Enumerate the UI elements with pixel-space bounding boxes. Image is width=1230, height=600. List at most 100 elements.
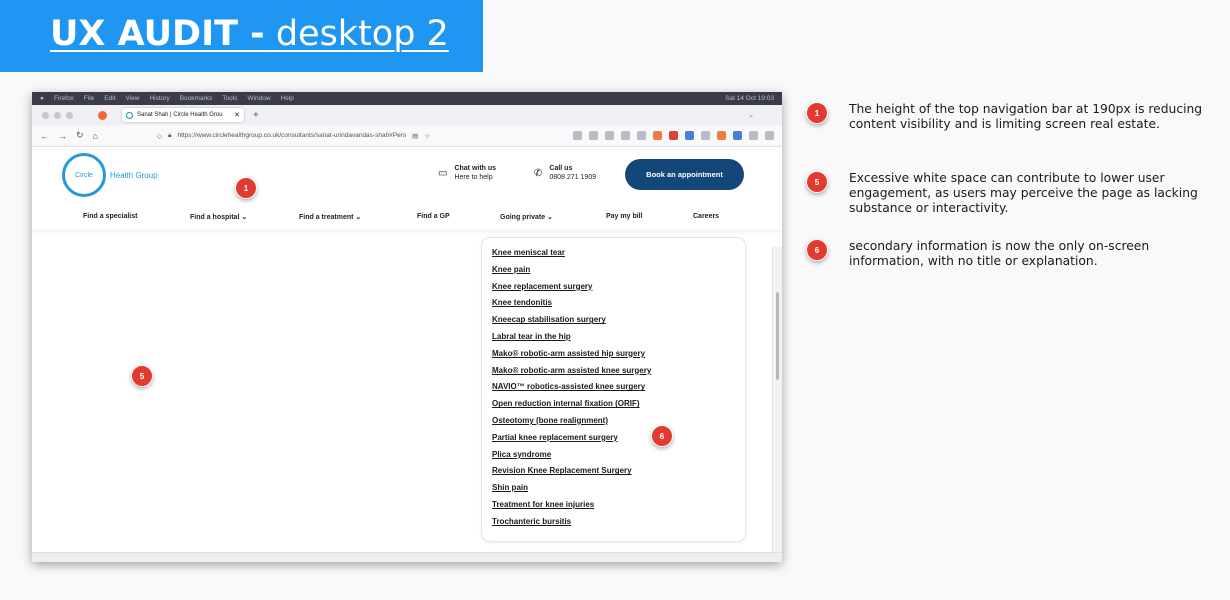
note-text: secondary information is now the only on… [849, 239, 1150, 268]
treatment-link[interactable]: Treatment for knee injuries [492, 500, 651, 517]
firefox-view-icon[interactable] [98, 110, 107, 120]
extension-icon[interactable] [573, 131, 582, 140]
extension-icon[interactable] [733, 131, 742, 140]
treatment-link[interactable]: Labral tear in the hip [492, 332, 651, 349]
lock-icon[interactable]: 🔒︎ [168, 132, 171, 140]
sidebar-icon[interactable] [621, 131, 630, 140]
scrollbar-thumb[interactable] [776, 292, 779, 380]
menu-history[interactable]: History [149, 95, 169, 102]
close-window-icon[interactable] [42, 111, 49, 119]
treatment-list: Knee meniscal tear Knee pain Knee replacem… [492, 248, 651, 534]
treatment-link[interactable]: Open reduction internal fixation (ORIF) [492, 399, 651, 416]
share-icon[interactable] [749, 131, 758, 140]
extension-icon[interactable] [701, 131, 710, 140]
call-title: Call us [549, 165, 573, 172]
treatment-link[interactable]: Knee pain [492, 265, 651, 282]
bookmark-star-icon[interactable]: ☆ [424, 132, 430, 140]
clock: Sat 14 Oct 19:03 [725, 95, 774, 102]
download-icon[interactable] [589, 131, 598, 140]
reader-icon[interactable]: ▤ [412, 132, 418, 140]
extension-icon[interactable] [669, 131, 678, 140]
nav-find-hospital[interactable]: Find a hospital ⌄ [190, 213, 247, 221]
tab-strip: Sanat Shah | Circle Health Grou ✕ + ⌄ [32, 105, 782, 125]
menu-window[interactable]: Window [247, 95, 270, 102]
treatment-link[interactable]: Knee replacement surgery [492, 282, 651, 299]
chat-title: Chat with us [454, 165, 497, 172]
zoom-window-icon[interactable] [66, 111, 73, 119]
treatment-link[interactable]: Shin pain [492, 483, 651, 500]
menu-file[interactable]: File [84, 95, 94, 102]
menu-bookmarks[interactable]: Bookmarks [180, 95, 213, 102]
shield-icon[interactable]: ◇ [157, 132, 162, 140]
treatment-link[interactable]: NAVIO™ robotics-assisted knee surgery [492, 382, 651, 399]
menu-help[interactable]: Help [281, 95, 294, 102]
new-tab-icon[interactable]: + [253, 110, 259, 121]
treatment-link[interactable]: Mako® robotic-arm assisted hip surgery [492, 349, 651, 366]
browser-tab[interactable]: Sanat Shah | Circle Health Grou ✕ [122, 108, 244, 122]
logo-text[interactable]: Health Group [110, 171, 158, 180]
menu-tools[interactable]: Tools [222, 95, 237, 102]
title-bold: UX AUDIT - [50, 14, 265, 54]
treatment-link[interactable]: Kneecap stabilisation surgery [492, 315, 651, 332]
nav-find-treatment[interactable]: Find a treatment ⌄ [299, 213, 361, 221]
site-header: Circle Health Group ▭ Chat with us Here t… [32, 147, 782, 230]
chat-icon: ▭ [438, 167, 448, 179]
treatment-link[interactable]: Mako® robotic-arm assisted knee surgery [492, 366, 651, 383]
menu-firefox[interactable]: Firefox [54, 95, 74, 102]
treatments-card: Knee meniscal tear Knee pain Knee replacem… [481, 237, 746, 542]
reload-icon[interactable]: ↻ [76, 130, 84, 141]
minimize-window-icon[interactable] [54, 111, 61, 119]
page-title: UX AUDIT - desktop 2 [50, 14, 449, 54]
forward-icon[interactable]: → [58, 131, 67, 141]
title-banner: UX AUDIT - desktop 2 [0, 0, 483, 72]
treatment-link[interactable]: Plica syndrome [492, 450, 651, 467]
extension-icon[interactable] [685, 131, 694, 140]
extension-icons [573, 131, 774, 140]
library-icon[interactable] [605, 131, 614, 140]
mac-menubar: ● Firefox File Edit View History Bookmar… [32, 92, 782, 105]
treatment-link[interactable]: Knee meniscal tear [492, 248, 651, 265]
nav-pay-bill[interactable]: Pay my bill [606, 213, 643, 220]
note-text: The height of the top navigation bar at … [849, 102, 1203, 131]
menu-view[interactable]: View [126, 95, 140, 102]
favicon-icon [126, 111, 133, 119]
note-marker: 5 [806, 171, 828, 193]
menu-edit[interactable]: Edit [104, 95, 115, 102]
address-bar[interactable]: ◇ 🔒︎ https://www.circlehealthgroup.co.uk… [157, 132, 430, 140]
tab-list-chevron-icon[interactable]: ⌄ [748, 111, 754, 119]
annotation-marker-5: 5 [131, 365, 153, 387]
page-footer-strip [32, 552, 782, 562]
extension-icon[interactable] [653, 131, 662, 140]
nav-find-gp[interactable]: Find a GP [417, 213, 450, 220]
url-text[interactable]: https://www.circlehealthgroup.co.uk/cons… [177, 132, 406, 139]
treatment-link[interactable]: Osteotomy (bone realignment) [492, 416, 651, 433]
home-icon[interactable]: ⌂ [93, 131, 98, 141]
title-light: desktop 2 [264, 14, 449, 54]
tab-title: Sanat Shah | Circle Health Grou [137, 112, 223, 118]
note-marker: 1 [806, 102, 828, 124]
annotation-marker-1: 1 [235, 177, 257, 199]
toolbar: ← → ↻ ⌂ ◇ 🔒︎ https://www.circlehealthgro… [32, 125, 782, 147]
nav-careers[interactable]: Careers [693, 213, 719, 220]
treatment-link[interactable]: Partial knee replacement surgery [492, 433, 651, 450]
menu-icon[interactable] [765, 131, 774, 140]
logo-word: Circle [75, 171, 93, 179]
treatment-link[interactable]: Trochanteric bursitis [492, 517, 651, 534]
nav-going-private[interactable]: Going private ⌄ [500, 213, 553, 221]
treatment-link[interactable]: Knee tendonitis [492, 298, 651, 315]
extension-icon[interactable] [637, 131, 646, 140]
scrollbar[interactable] [772, 247, 782, 552]
close-tab-icon[interactable]: ✕ [234, 111, 240, 119]
nav-find-specialist[interactable]: Find a specialist [83, 213, 137, 220]
treatment-link[interactable]: Revision Knee Replacement Surgery [492, 466, 651, 483]
book-appointment-button[interactable]: Book an appointment [625, 159, 744, 190]
note-marker: 6 [806, 239, 828, 261]
back-icon[interactable]: ← [40, 131, 49, 141]
chat-link[interactable]: ▭ Chat with us Here to help [438, 164, 496, 183]
apple-icon[interactable]: ● [40, 95, 44, 102]
note-text: Excessive white space can contribute to … [849, 171, 1198, 215]
call-link[interactable]: ✆ Call us 0808 271 1909 [534, 164, 596, 183]
browser-screenshot: ● Firefox File Edit View History Bookmar… [32, 92, 782, 562]
circle-logo[interactable]: Circle [62, 153, 106, 197]
extension-icon[interactable] [717, 131, 726, 140]
